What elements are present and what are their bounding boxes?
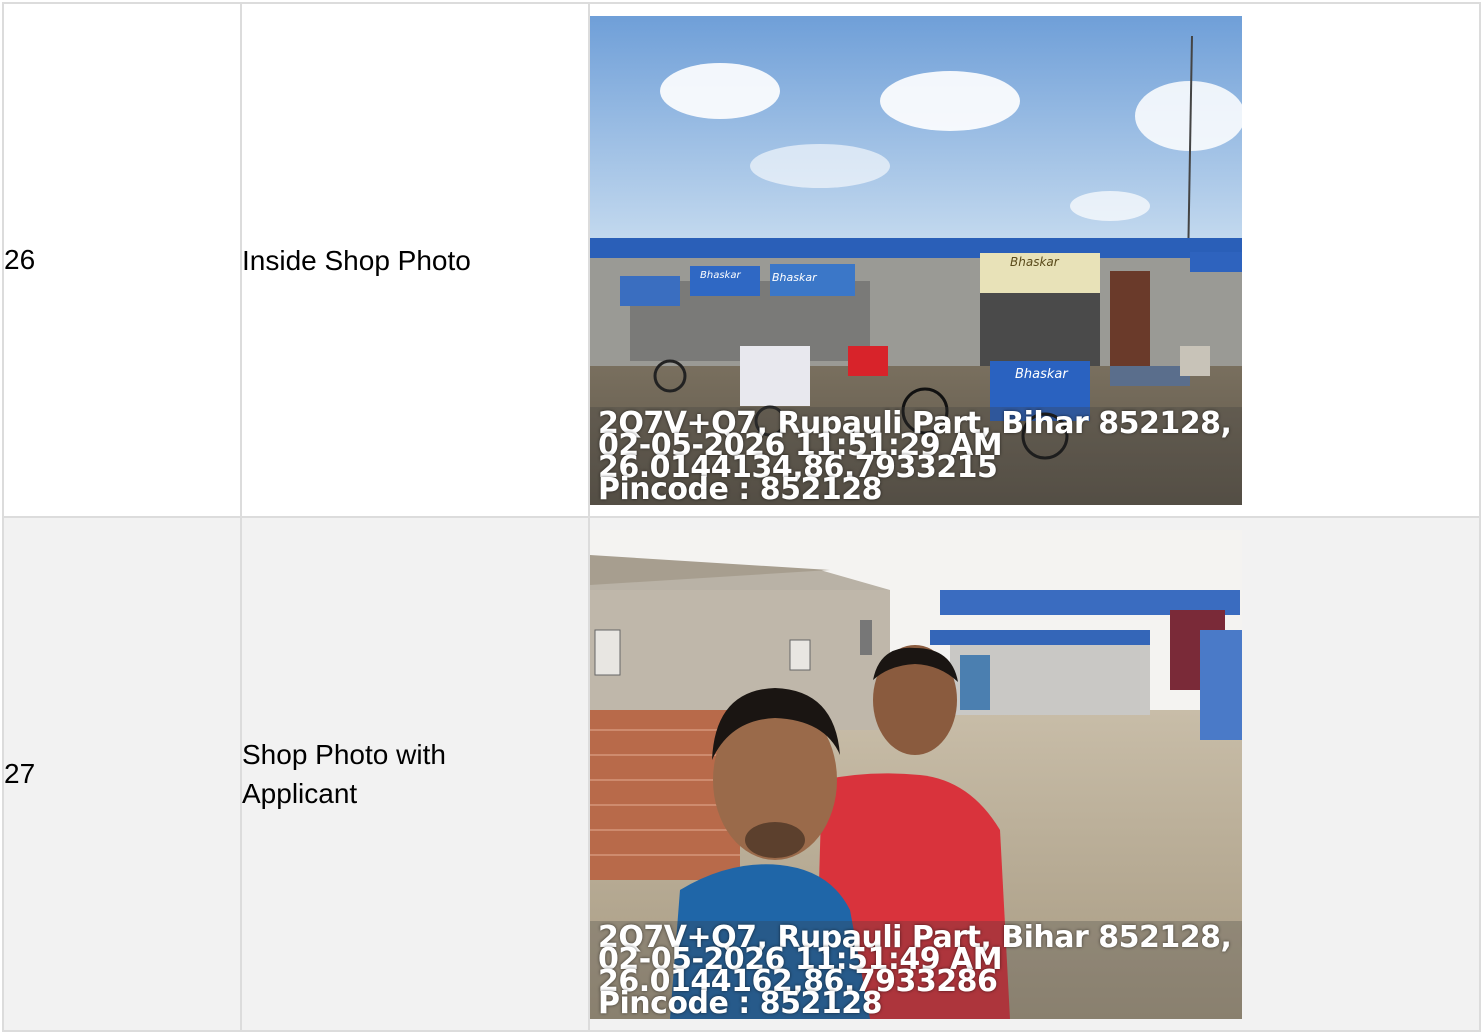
serial-number: 27 bbox=[2, 516, 242, 1032]
cart-signage: Bhaskar bbox=[700, 270, 741, 281]
shop-photo-with-applicant: 2Q7V+Q7, Rupauli Part, Bihar 852128, Ind… bbox=[590, 529, 1242, 1019]
inside-shop-photo: Bhaskar Bhaskar Bhaskar Bhaskar 2Q7V+Q7,… bbox=[590, 15, 1242, 505]
table-row: 27 Shop Photo with Applicant 2Q7V+Q7, Ru… bbox=[2, 516, 1481, 1032]
serial-number: 26 bbox=[2, 2, 242, 518]
geo-stamp: 2Q7V+Q7, Rupauli Part, Bihar 852128, Ind… bbox=[598, 922, 1242, 1018]
photo-label-line: Shop Photo with bbox=[242, 739, 446, 770]
photo-label-line: Applicant bbox=[242, 778, 358, 809]
cart-signage: Bhaskar bbox=[1010, 255, 1060, 269]
photo-label: Shop Photo with Applicant bbox=[240, 516, 590, 1032]
geo-stamp: 2Q7V+Q7, Rupauli Part, Bihar 852128, Ind… bbox=[598, 408, 1242, 504]
photo-report-table: 26 Inside Shop Photo Bhaskar Bhaskar Bha… bbox=[2, 2, 1481, 1032]
cart-signage: Bhaskar bbox=[1015, 367, 1069, 382]
photo-cell: Bhaskar Bhaskar Bhaskar Bhaskar 2Q7V+Q7,… bbox=[588, 2, 1481, 518]
photo-cell: 2Q7V+Q7, Rupauli Part, Bihar 852128, Ind… bbox=[588, 516, 1481, 1032]
photo-label: Inside Shop Photo bbox=[240, 2, 590, 518]
table-row: 26 Inside Shop Photo Bhaskar Bhaskar Bha… bbox=[2, 2, 1481, 518]
cart-signage: Bhaskar bbox=[772, 271, 818, 284]
